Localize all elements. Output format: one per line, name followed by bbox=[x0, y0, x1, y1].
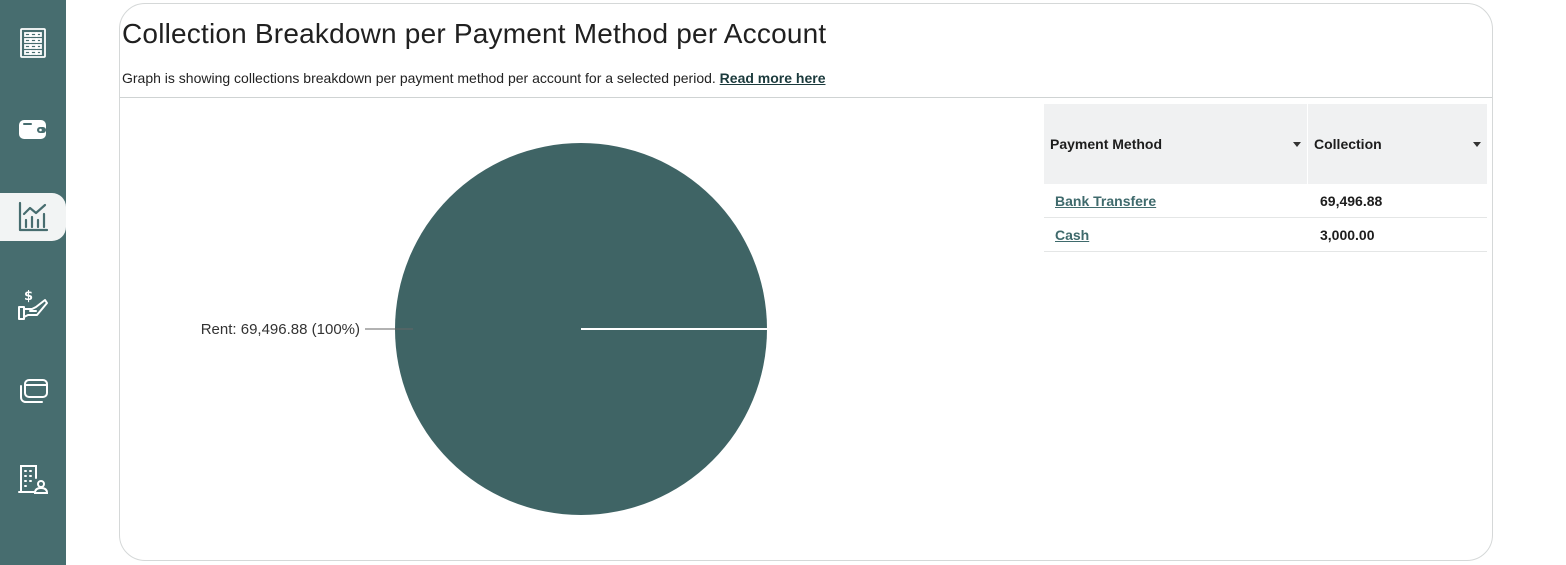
sidebar-item-tenants[interactable] bbox=[0, 455, 66, 503]
table-header: Payment Method Collection bbox=[1044, 104, 1487, 184]
table-row: Cash 3,000.00 bbox=[1044, 218, 1487, 252]
payment-method-link[interactable]: Cash bbox=[1055, 227, 1089, 243]
sort-caret-icon[interactable] bbox=[1473, 141, 1481, 147]
sidebar-item-properties[interactable] bbox=[0, 19, 66, 67]
description-text: Graph is showing collections breakdown p… bbox=[122, 70, 716, 86]
read-more-link[interactable]: Read more here bbox=[720, 70, 826, 86]
column-header-label: Payment Method bbox=[1050, 136, 1163, 152]
chart-icon bbox=[18, 201, 49, 232]
pie-data-label: Rent: 69,496.88 (100%) bbox=[201, 321, 360, 338]
report-description: Graph is showing collections breakdown p… bbox=[122, 70, 826, 86]
sidebar-item-wallet[interactable] bbox=[0, 105, 66, 153]
collection-table: Payment Method Collection Bank Transfere… bbox=[1044, 104, 1487, 252]
svg-text:$: $ bbox=[24, 289, 33, 304]
payment-method-cell: Bank Transfere bbox=[1044, 193, 1308, 209]
sidebar-item-cards[interactable] bbox=[0, 367, 66, 415]
building-user-icon bbox=[18, 465, 49, 494]
column-header-payment-method[interactable]: Payment Method bbox=[1044, 104, 1307, 184]
payment-hand-icon: $ bbox=[18, 289, 48, 320]
payment-method-cell: Cash bbox=[1044, 227, 1308, 243]
table-row: Bank Transfere 69,496.88 bbox=[1044, 184, 1487, 218]
collection-cell: 3,000.00 bbox=[1320, 226, 1375, 243]
page-title: Collection Breakdown per Payment Method … bbox=[122, 18, 827, 49]
divider bbox=[120, 97, 1492, 98]
collection-cell: 69,496.88 bbox=[1320, 192, 1383, 209]
wallet-icon bbox=[19, 120, 46, 139]
sort-caret-icon[interactable] bbox=[1293, 141, 1301, 147]
cards-icon bbox=[20, 379, 48, 403]
payment-method-link[interactable]: Bank Transfere bbox=[1055, 193, 1156, 209]
column-header-collection[interactable]: Collection bbox=[1308, 104, 1487, 184]
building-icon bbox=[20, 28, 46, 58]
sidebar-item-reports[interactable] bbox=[0, 193, 66, 241]
column-header-label: Collection bbox=[1314, 136, 1382, 152]
pie-chart: Rent: 69,496.88 (100%) bbox=[201, 143, 767, 515]
sidebar: $ bbox=[0, 0, 66, 565]
sidebar-item-payments[interactable]: $ bbox=[0, 281, 66, 329]
